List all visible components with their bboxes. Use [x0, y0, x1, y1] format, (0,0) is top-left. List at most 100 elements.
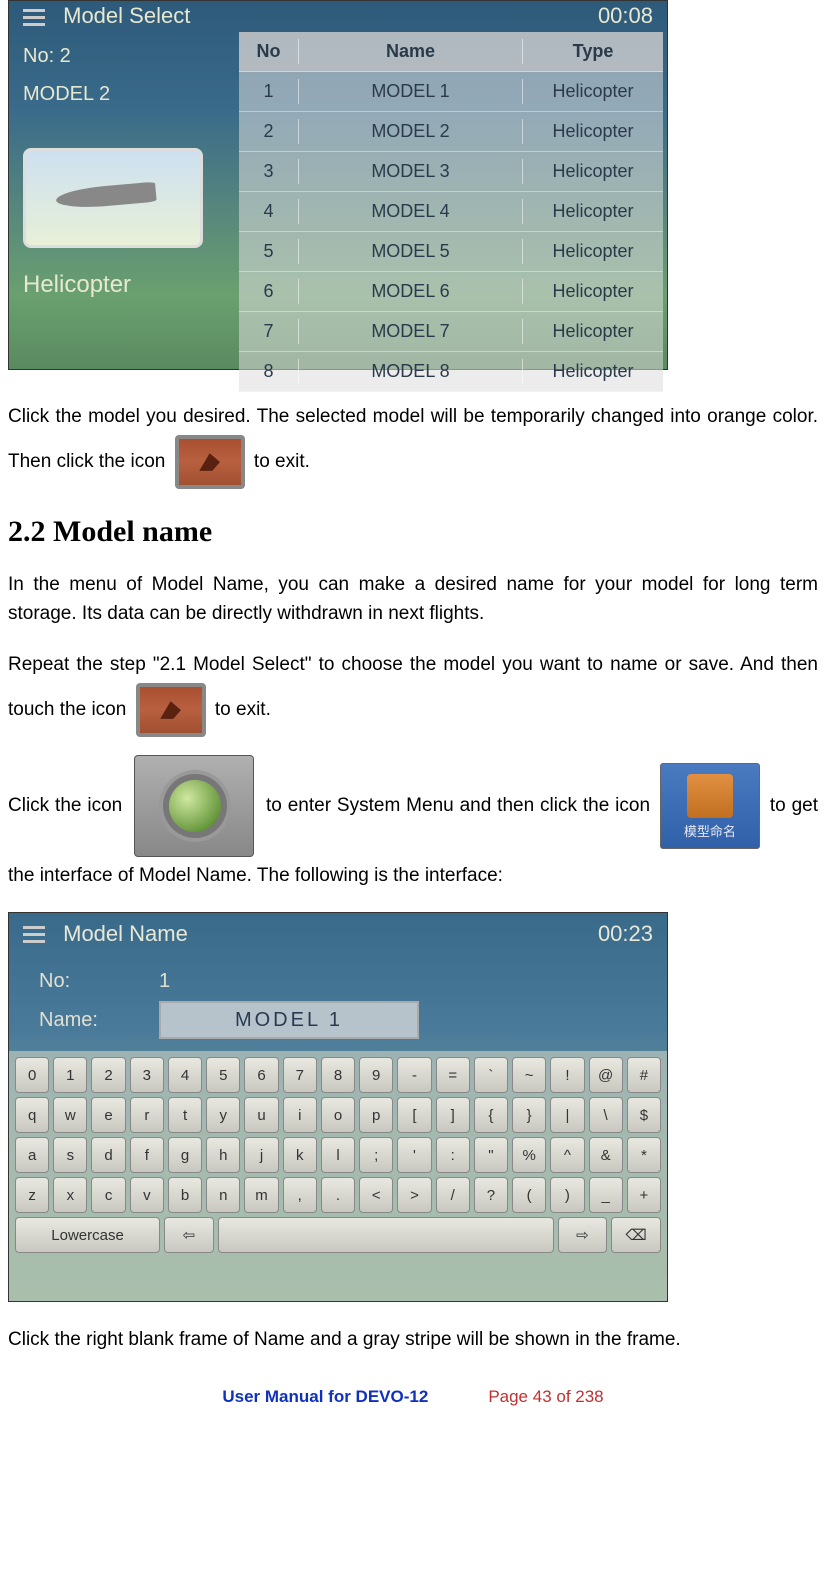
key[interactable]: / — [436, 1177, 470, 1213]
key[interactable]: ? — [474, 1177, 508, 1213]
key[interactable]: w — [53, 1097, 87, 1133]
key[interactable]: $ — [627, 1097, 661, 1133]
paragraph: Click the icon to enter System Menu and … — [8, 755, 818, 894]
gear-icon — [134, 755, 254, 857]
exit-icon — [175, 435, 245, 489]
key[interactable]: e — [91, 1097, 125, 1133]
arrow-right-key[interactable]: ⇨ — [558, 1217, 608, 1253]
key[interactable]: g — [168, 1137, 202, 1173]
key[interactable]: c — [91, 1177, 125, 1213]
key[interactable]: \ — [589, 1097, 623, 1133]
table-row[interactable]: 2MODEL 2Helicopter — [239, 112, 663, 152]
key[interactable]: < — [359, 1177, 393, 1213]
table-row[interactable]: 3MODEL 3Helicopter — [239, 152, 663, 192]
key[interactable]: ] — [436, 1097, 470, 1133]
type-label: Helicopter — [23, 268, 225, 302]
key[interactable]: s — [53, 1137, 87, 1173]
key[interactable]: [ — [397, 1097, 431, 1133]
key[interactable]: 6 — [244, 1057, 278, 1093]
key[interactable]: { — [474, 1097, 508, 1133]
key[interactable]: p — [359, 1097, 393, 1133]
key[interactable]: & — [589, 1137, 623, 1173]
key[interactable]: 1 — [53, 1057, 87, 1093]
table-row[interactable]: 4MODEL 4Helicopter — [239, 192, 663, 232]
window-title: Model Name — [23, 919, 188, 950]
on-screen-keyboard: 0123456789-=`~!@# qwertyuiop[]{}|\$ asdf… — [9, 1051, 667, 1301]
key[interactable]: : — [436, 1137, 470, 1173]
key[interactable]: + — [627, 1177, 661, 1213]
key[interactable]: % — [512, 1137, 546, 1173]
key[interactable]: v — [130, 1177, 164, 1213]
window-title: Model Select — [23, 1, 190, 32]
key[interactable]: o — [321, 1097, 355, 1133]
key[interactable]: k — [283, 1137, 317, 1173]
menu-icon — [23, 9, 45, 26]
key[interactable]: | — [550, 1097, 584, 1133]
key[interactable]: 8 — [321, 1057, 355, 1093]
kbd-row: asdfghjkl;':"%^&* — [15, 1137, 661, 1173]
key[interactable]: h — [206, 1137, 240, 1173]
key[interactable]: , — [283, 1177, 317, 1213]
table-row[interactable]: 8MODEL 8Helicopter — [239, 352, 663, 392]
key[interactable]: ^ — [550, 1137, 584, 1173]
key[interactable]: ; — [359, 1137, 393, 1173]
key[interactable]: z — [15, 1177, 49, 1213]
key[interactable]: * — [627, 1137, 661, 1173]
key[interactable]: ! — [550, 1057, 584, 1093]
key[interactable]: u — [244, 1097, 278, 1133]
arrow-left-key[interactable]: ⇦ — [164, 1217, 214, 1253]
key[interactable]: d — [91, 1137, 125, 1173]
key[interactable]: ) — [550, 1177, 584, 1213]
key[interactable]: x — [53, 1177, 87, 1213]
key[interactable]: y — [206, 1097, 240, 1133]
table-row[interactable]: 5MODEL 5Helicopter — [239, 232, 663, 272]
key[interactable]: ' — [397, 1137, 431, 1173]
key[interactable]: r — [130, 1097, 164, 1133]
name-field[interactable]: MODEL 1 — [159, 1001, 419, 1039]
table-row[interactable]: 1MODEL 1Helicopter — [239, 72, 663, 112]
key[interactable]: " — [474, 1137, 508, 1173]
section-heading: 2.2 Model name — [8, 511, 818, 553]
model-table: No Name Type 1MODEL 1Helicopter 2MODEL 2… — [239, 32, 663, 392]
key[interactable]: t — [168, 1097, 202, 1133]
kbd-row: Lowercase ⇦ ⇨ ⌫ — [15, 1217, 661, 1253]
clock: 00:23 — [598, 919, 653, 950]
key[interactable]: b — [168, 1177, 202, 1213]
key[interactable]: @ — [589, 1057, 623, 1093]
key[interactable]: q — [15, 1097, 49, 1133]
model-name-icon: 模型命名 — [660, 763, 760, 849]
key[interactable]: f — [130, 1137, 164, 1173]
key[interactable]: . — [321, 1177, 355, 1213]
key[interactable]: = — [436, 1057, 470, 1093]
key[interactable]: ~ — [512, 1057, 546, 1093]
table-row[interactable]: 6MODEL 6Helicopter — [239, 272, 663, 312]
key[interactable]: ` — [474, 1057, 508, 1093]
key[interactable]: n — [206, 1177, 240, 1213]
mode-key[interactable]: Lowercase — [15, 1217, 160, 1253]
no-value: 1 — [159, 967, 170, 995]
key[interactable]: ( — [512, 1177, 546, 1213]
key[interactable]: > — [397, 1177, 431, 1213]
paragraph: Repeat the step "2.1 Model Select" to ch… — [8, 646, 818, 737]
key[interactable]: 2 — [91, 1057, 125, 1093]
kbd-row: 0123456789-=`~!@# — [15, 1057, 661, 1093]
key[interactable]: 4 — [168, 1057, 202, 1093]
key[interactable]: - — [397, 1057, 431, 1093]
key[interactable]: } — [512, 1097, 546, 1133]
key[interactable]: m — [244, 1177, 278, 1213]
key[interactable]: 9 — [359, 1057, 393, 1093]
table-row[interactable]: 7MODEL 7Helicopter — [239, 312, 663, 352]
key[interactable]: i — [283, 1097, 317, 1133]
key[interactable]: a — [15, 1137, 49, 1173]
key[interactable]: 0 — [15, 1057, 49, 1093]
key[interactable]: j — [244, 1137, 278, 1173]
key[interactable]: _ — [589, 1177, 623, 1213]
key[interactable]: 5 — [206, 1057, 240, 1093]
key[interactable]: # — [627, 1057, 661, 1093]
key[interactable]: l — [321, 1137, 355, 1173]
key[interactable]: 3 — [130, 1057, 164, 1093]
backspace-key[interactable]: ⌫ — [611, 1217, 661, 1253]
key[interactable]: 7 — [283, 1057, 317, 1093]
space-key[interactable] — [218, 1217, 554, 1253]
current-model: MODEL 2 — [23, 80, 225, 108]
